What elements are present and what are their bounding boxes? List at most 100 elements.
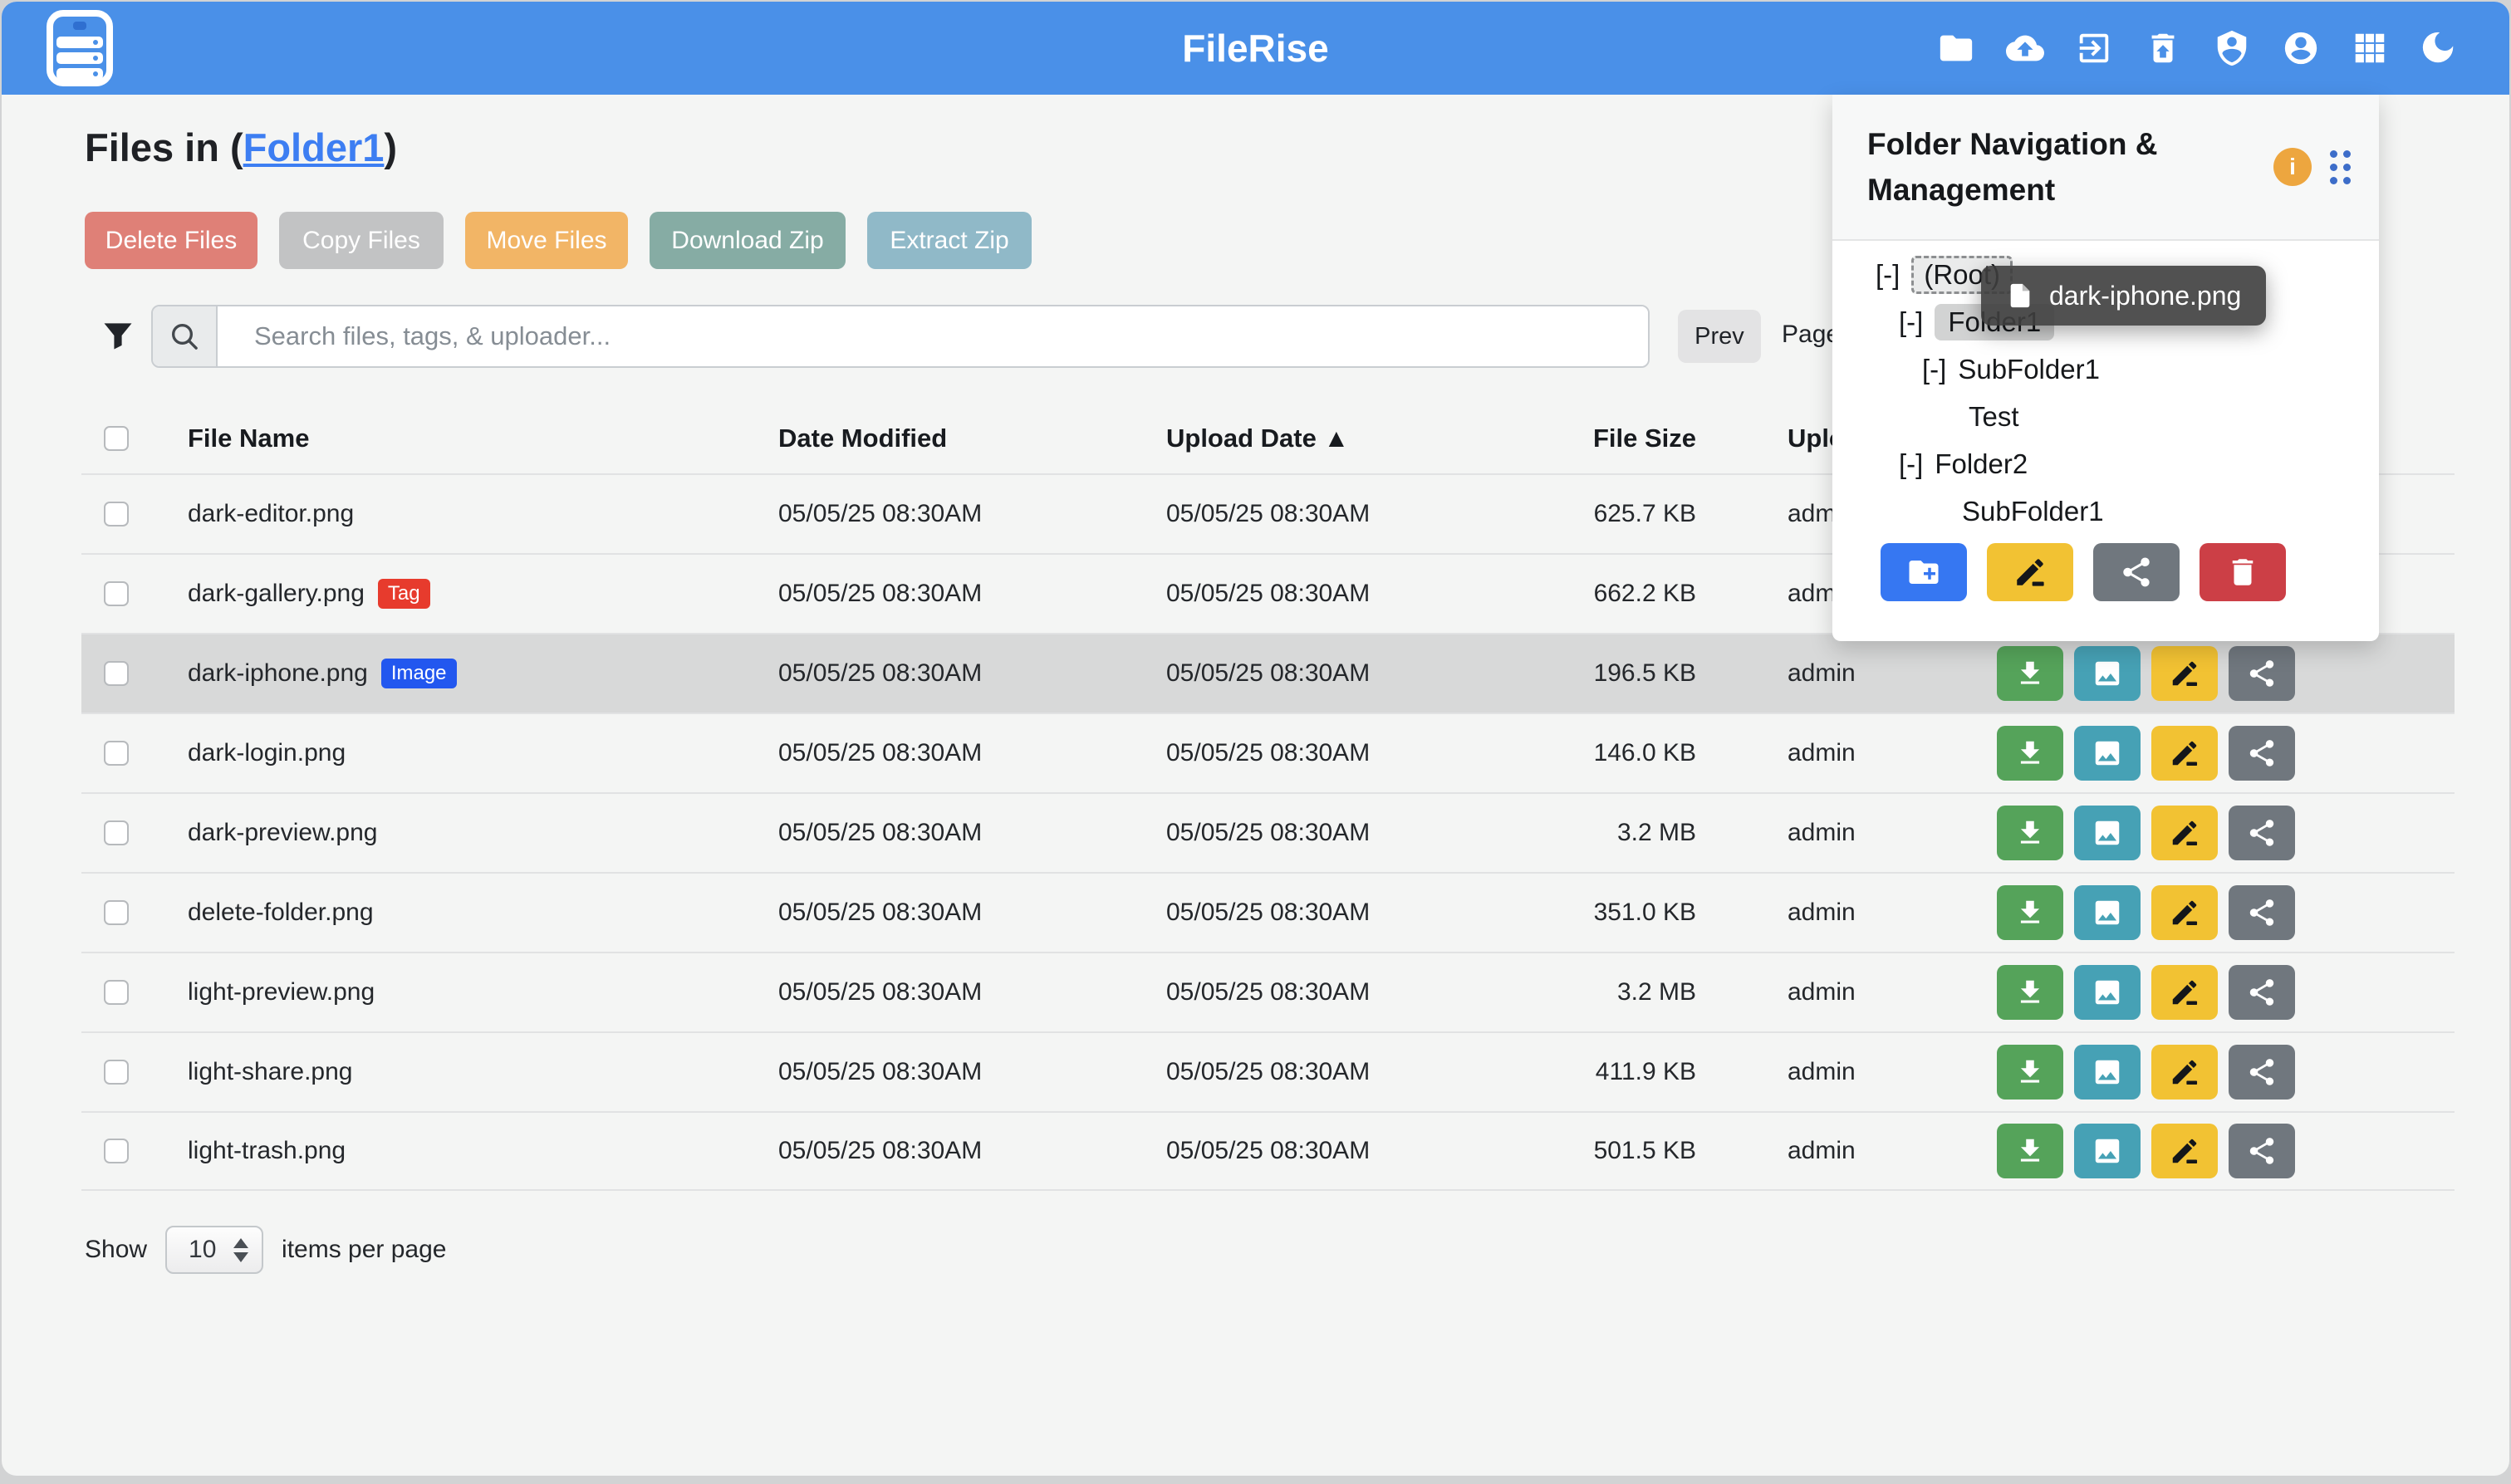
column-date-modified[interactable]: Date Modified xyxy=(778,424,1166,453)
table-row[interactable]: dark-login.png05/05/25 08:30AM05/05/25 0… xyxy=(81,713,2455,792)
download-button[interactable] xyxy=(1997,726,2063,781)
delete-files-button[interactable]: Delete Files xyxy=(85,212,257,269)
folder-label[interactable]: Folder2 xyxy=(1935,448,2028,480)
preview-image-button[interactable] xyxy=(2074,1124,2141,1178)
share-icon xyxy=(2246,977,2278,1008)
show-label: Show xyxy=(85,1236,147,1264)
download-button[interactable] xyxy=(1997,885,2063,940)
edit-button[interactable] xyxy=(2151,885,2218,940)
edit-button[interactable] xyxy=(2151,806,2218,860)
preview-image-button[interactable] xyxy=(2074,1045,2141,1100)
table-row[interactable]: light-preview.png05/05/25 08:30AM05/05/2… xyxy=(81,952,2455,1031)
folder-tree-item[interactable]: [-] SubFolder1 xyxy=(1832,345,2379,393)
table-row[interactable]: dark-iphone.pngImage05/05/25 08:30AM05/0… xyxy=(81,633,2455,713)
edit-button[interactable] xyxy=(2151,1045,2218,1100)
rename-folder-button[interactable] xyxy=(1987,543,2073,601)
preview-image-button[interactable] xyxy=(2074,965,2141,1020)
preview-image-button[interactable] xyxy=(2074,885,2141,940)
row-checkbox[interactable] xyxy=(104,820,129,845)
file-size: 662.2 KB xyxy=(1440,580,1696,608)
grid-icon[interactable] xyxy=(2351,29,2389,67)
folder-breadcrumb-link[interactable]: Folder1 xyxy=(243,125,385,169)
edit-button[interactable] xyxy=(2151,1124,2218,1178)
folder-tree-item[interactable]: Test xyxy=(1832,393,2379,440)
image-icon xyxy=(2092,897,2123,928)
row-checkbox[interactable] xyxy=(104,581,129,606)
download-button[interactable] xyxy=(1997,806,2063,860)
move-files-button[interactable]: Move Files xyxy=(465,212,628,269)
folder-label[interactable]: SubFolder1 xyxy=(1958,354,2100,385)
row-checkbox[interactable] xyxy=(104,1060,129,1085)
user-icon[interactable] xyxy=(2282,29,2320,67)
filter-icon[interactable] xyxy=(100,317,136,354)
table-row[interactable]: dark-preview.png05/05/25 08:30AM05/05/25… xyxy=(81,792,2455,872)
row-checkbox[interactable] xyxy=(104,741,129,766)
download-button[interactable] xyxy=(1997,1124,2063,1178)
folder-tree-item[interactable]: SubFolder1 xyxy=(1832,487,2379,535)
shield-user-icon[interactable] xyxy=(2213,29,2251,67)
column-upload-date[interactable]: Upload Date ▲ xyxy=(1166,424,1440,453)
table-row[interactable]: delete-folder.png05/05/25 08:30AM05/05/2… xyxy=(81,872,2455,952)
share-button[interactable] xyxy=(2229,885,2295,940)
share-button[interactable] xyxy=(2229,806,2295,860)
share-icon xyxy=(2119,555,2154,590)
preview-image-button[interactable] xyxy=(2074,726,2141,781)
folder-panel-title: Folder Navigation & Management xyxy=(1867,121,2258,213)
moon-icon[interactable] xyxy=(2420,29,2458,67)
share-button[interactable] xyxy=(2229,726,2295,781)
row-checkbox[interactable] xyxy=(104,502,129,527)
login-icon[interactable] xyxy=(2075,29,2113,67)
info-icon[interactable]: i xyxy=(2273,148,2312,186)
row-checkbox[interactable] xyxy=(104,980,129,1005)
preview-image-button[interactable] xyxy=(2074,806,2141,860)
search-icon xyxy=(153,306,218,366)
create-folder-button[interactable] xyxy=(1881,543,1967,601)
select-all-checkbox[interactable] xyxy=(104,426,129,451)
extract-files-button[interactable]: Extract Zip xyxy=(867,212,1032,269)
download-files-button[interactable]: Download Zip xyxy=(650,212,846,269)
share-button[interactable] xyxy=(2229,1124,2295,1178)
table-row[interactable]: light-trash.png05/05/25 08:30AM05/05/25 … xyxy=(81,1111,2455,1191)
upload-date: 05/05/25 08:30AM xyxy=(1166,899,1440,927)
folder-tree-item[interactable]: [-] Folder2 xyxy=(1832,440,2379,487)
row-checkbox[interactable] xyxy=(104,1139,129,1163)
folder-label[interactable]: Test xyxy=(1969,401,2019,433)
table-row[interactable]: light-share.png05/05/25 08:30AM05/05/25 … xyxy=(81,1031,2455,1111)
row-checkbox[interactable] xyxy=(104,661,129,686)
download-button[interactable] xyxy=(1997,646,2063,701)
column-file-name[interactable]: File Name xyxy=(154,424,778,453)
preview-image-button[interactable] xyxy=(2074,646,2141,701)
tree-collapse-toggle[interactable]: [-] xyxy=(1899,306,1923,338)
row-checkbox[interactable] xyxy=(104,900,129,925)
share-button[interactable] xyxy=(2229,965,2295,1020)
edit-button[interactable] xyxy=(2151,726,2218,781)
search-input[interactable] xyxy=(218,306,1648,366)
tree-collapse-toggle[interactable]: [-] xyxy=(1876,259,1900,291)
share-button[interactable] xyxy=(2229,646,2295,701)
share-folder-button[interactable] xyxy=(2093,543,2180,601)
date-modified: 05/05/25 08:30AM xyxy=(778,739,1166,767)
folder-icon[interactable] xyxy=(1937,29,1975,67)
drag-handle-icon[interactable] xyxy=(2330,150,2351,184)
download-button[interactable] xyxy=(1997,1045,2063,1100)
trash-restore-icon[interactable] xyxy=(2144,29,2182,67)
page-title-prefix: Files in ( xyxy=(85,125,243,169)
image-icon xyxy=(2092,977,2123,1008)
folder-label[interactable]: SubFolder1 xyxy=(1962,496,2104,527)
date-modified: 05/05/25 08:30AM xyxy=(778,659,1166,688)
column-file-size[interactable]: File Size xyxy=(1440,424,1696,453)
items-per-page-select[interactable]: 10 xyxy=(165,1226,263,1274)
share-icon xyxy=(2246,737,2278,769)
edit-button[interactable] xyxy=(2151,965,2218,1020)
file-size: 3.2 MB xyxy=(1440,819,1696,847)
download-icon xyxy=(2014,897,2046,928)
copy-files-button[interactable]: Copy Files xyxy=(279,212,444,269)
download-button[interactable] xyxy=(1997,965,2063,1020)
share-button[interactable] xyxy=(2229,1045,2295,1100)
prev-page-button[interactable]: Prev xyxy=(1678,310,1761,363)
tree-collapse-toggle[interactable]: [-] xyxy=(1922,354,1946,385)
delete-folder-button[interactable] xyxy=(2200,543,2286,601)
edit-button[interactable] xyxy=(2151,646,2218,701)
tree-collapse-toggle[interactable]: [-] xyxy=(1899,448,1923,480)
cloud-upload-icon[interactable] xyxy=(2006,29,2044,67)
